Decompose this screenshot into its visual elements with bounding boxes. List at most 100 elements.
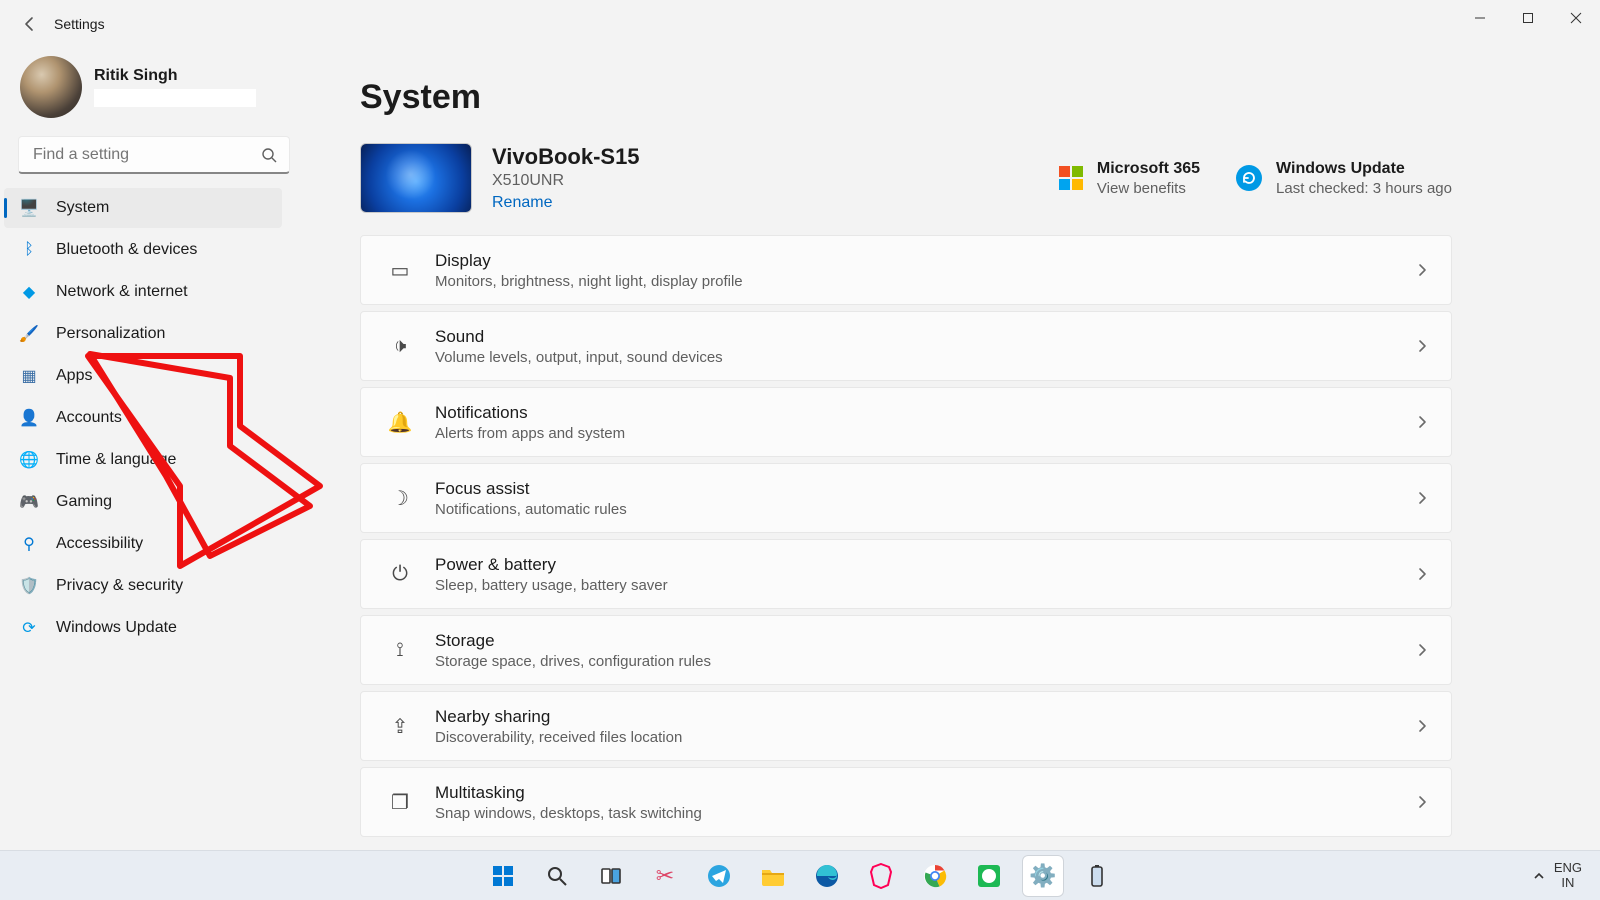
language-indicator[interactable]: ENG IN	[1554, 861, 1582, 890]
taskbar-search-button[interactable]	[536, 855, 578, 897]
apps-icon: ▦	[18, 365, 40, 387]
card-title: Storage	[435, 631, 711, 651]
settings-card-power-battery[interactable]: ⏻Power & batterySleep, battery usage, ba…	[360, 539, 1452, 609]
chevron-right-icon	[1415, 719, 1429, 733]
settings-card-storage[interactable]: ⟟ Storage Storage space, drives, configura…	[360, 615, 1452, 685]
back-button[interactable]	[20, 16, 40, 32]
settings-card-list: ▭DisplayMonitors, brightness, night ligh…	[360, 235, 1452, 837]
card-subtitle: Snap windows, desktops, task switching	[435, 805, 702, 822]
sidebar-item-label: Windows Update	[56, 619, 177, 637]
person-icon: 👤	[18, 407, 40, 429]
windows-update-card[interactable]: Windows Update Last checked: 3 hours ago	[1236, 160, 1452, 197]
edge-button[interactable]	[806, 855, 848, 897]
update-sub: Last checked: 3 hours ago	[1276, 180, 1452, 197]
sidebar-item-label: Accessibility	[56, 535, 143, 553]
sidebar-item-label: Network & internet	[56, 283, 188, 301]
sidebar-item-personalization[interactable]: 🖌️ Personalization	[4, 314, 282, 354]
sidebar-item-label: Apps	[56, 367, 92, 385]
minimize-button[interactable]	[1456, 0, 1504, 36]
chevron-right-icon	[1415, 491, 1429, 505]
bluetooth-icon: ᛒ	[18, 239, 40, 261]
snipping-tool-button[interactable]: ✂︎	[644, 855, 686, 897]
sidebar-item-bluetooth-devices[interactable]: ᛒ Bluetooth & devices	[4, 230, 282, 270]
profile-name: Ritik Singh	[94, 67, 256, 85]
card-title: Focus assist	[435, 479, 627, 499]
card-subtitle: Volume levels, output, input, sound devi…	[435, 349, 723, 366]
task-view-button[interactable]	[590, 855, 632, 897]
globe-icon: 🌐	[18, 449, 40, 471]
sidebar-item-time-language[interactable]: 🌐Time & language	[4, 440, 282, 480]
card-subtitle: Storage space, drives, configuration rul…	[435, 653, 711, 670]
chevron-right-icon	[1415, 643, 1429, 657]
sidebar-item-label: Accounts	[56, 409, 122, 427]
sidebar-item-gaming[interactable]: 🎮Gaming	[4, 482, 282, 522]
bell-icon: 🔔	[383, 410, 417, 435]
update-icon: ⟳	[18, 617, 40, 639]
storage-icon: ⟟	[383, 639, 417, 662]
taskbar-center: ✂︎ ⚙️	[482, 855, 1118, 897]
multitask-icon: ❐	[383, 790, 417, 815]
search-icon	[261, 147, 277, 163]
battery-app-button[interactable]	[1076, 855, 1118, 897]
sidebar-item-label: Bluetooth & devices	[56, 241, 197, 259]
tray-overflow-chevron-icon[interactable]	[1532, 869, 1546, 883]
profile-email-redacted	[94, 89, 256, 107]
sidebar-item-label: Gaming	[56, 493, 112, 511]
settings-card-focus-assist[interactable]: ☽Focus assistNotifications, automatic ru…	[360, 463, 1452, 533]
settings-card-nearby-sharing[interactable]: ⇪ Nearby sharing Discoverability, received…	[360, 691, 1452, 761]
wifi-icon: ◆	[18, 281, 40, 303]
system-tray[interactable]: ENG IN	[1532, 861, 1582, 890]
profile-block[interactable]: Ritik Singh	[18, 56, 282, 118]
search-input[interactable]	[31, 145, 261, 165]
settings-card-sound[interactable]: 🕩SoundVolume levels, output, input, soun…	[360, 311, 1452, 381]
rename-link[interactable]: Rename	[492, 194, 640, 212]
card-title: Notifications	[435, 403, 625, 423]
sidebar: Ritik Singh 🖥️System ᛒ Bluetooth & devices…	[0, 48, 300, 648]
sidebar-item-label: System	[56, 199, 109, 217]
maximize-button[interactable]	[1504, 0, 1552, 36]
chevron-right-icon	[1415, 339, 1429, 353]
sidebar-item-privacy-security[interactable]: 🛡️Privacy & security	[4, 566, 282, 606]
file-explorer-button[interactable]	[752, 855, 794, 897]
sidebar-item-accounts[interactable]: 👤 Accounts	[4, 398, 282, 438]
spotify-button[interactable]	[968, 855, 1010, 897]
card-subtitle: Monitors, brightness, night light, displ…	[435, 273, 743, 290]
avatar	[20, 56, 82, 118]
sidebar-item-network-internet[interactable]: ◆ Network & internet	[4, 272, 282, 312]
card-title: Nearby sharing	[435, 707, 682, 727]
window-controls	[1456, 0, 1600, 36]
search-box[interactable]	[18, 136, 290, 174]
settings-card-display[interactable]: ▭DisplayMonitors, brightness, night ligh…	[360, 235, 1452, 305]
device-model: X510UNR	[492, 172, 640, 190]
settings-card-notifications[interactable]: 🔔NotificationsAlerts from apps and syste…	[360, 387, 1452, 457]
card-title: Power & battery	[435, 555, 668, 575]
microsoft-365-card[interactable]: Microsoft 365 View benefits	[1059, 160, 1200, 197]
start-button[interactable]	[482, 855, 524, 897]
sidebar-item-windows-update[interactable]: ⟳ Windows Update	[4, 608, 282, 648]
sidebar-item-apps[interactable]: ▦ Apps	[4, 356, 282, 396]
brave-button[interactable]	[860, 855, 902, 897]
accessibility-icon: ⚲	[18, 533, 40, 555]
chrome-button[interactable]	[914, 855, 956, 897]
close-button[interactable]	[1552, 0, 1600, 36]
main-content: System VivoBook-S15 X510UNR Rename Micro…	[360, 60, 1452, 837]
update-title: Windows Update	[1276, 160, 1452, 178]
card-title: Sound	[435, 327, 723, 347]
page-title: System	[360, 78, 1452, 117]
sidebar-item-system[interactable]: 🖥️System	[4, 188, 282, 228]
brush-icon: 🖌️	[18, 323, 40, 345]
sidebar-item-label: Privacy & security	[56, 577, 183, 595]
m365-sub: View benefits	[1097, 180, 1200, 197]
lang-bottom: IN	[1554, 876, 1582, 890]
device-name: VivoBook-S15	[492, 144, 640, 170]
card-subtitle: Discoverability, received files location	[435, 729, 682, 746]
settings-taskbar-button[interactable]: ⚙️	[1022, 855, 1064, 897]
chevron-right-icon	[1415, 263, 1429, 277]
telegram-button[interactable]	[698, 855, 740, 897]
device-thumbnail[interactable]	[360, 143, 472, 213]
sidebar-item-accessibility[interactable]: ⚲ Accessibility	[4, 524, 282, 564]
settings-card-multitasking[interactable]: ❐MultitaskingSnap windows, desktops, tas…	[360, 767, 1452, 837]
share-icon: ⇪	[383, 714, 417, 739]
sidebar-item-label: Personalization	[56, 325, 165, 343]
laptop-icon: ▭	[383, 258, 417, 283]
